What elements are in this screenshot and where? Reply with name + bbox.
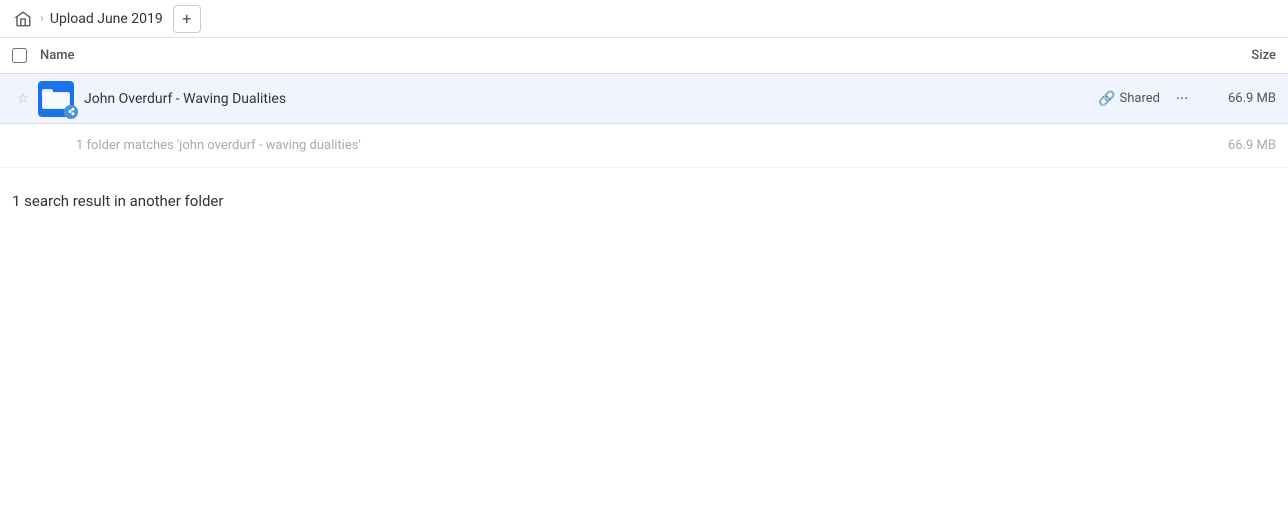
- name-column-header: Name: [40, 48, 1196, 63]
- another-folder-title: 1 search result in another folder: [12, 192, 1276, 210]
- size-column-header: Size: [1196, 48, 1276, 63]
- another-folder-section: 1 search result in another folder: [0, 168, 1288, 222]
- link-icon: 🔗: [1098, 91, 1115, 107]
- select-all-checkbox[interactable]: [12, 48, 40, 63]
- file-name[interactable]: John Overdurf - Waving Dualities: [84, 91, 1098, 107]
- breadcrumb-current-folder[interactable]: Upload June 2019: [50, 11, 163, 27]
- share-overlay-icon: [64, 105, 78, 119]
- column-header-row: Name Size: [0, 38, 1288, 74]
- search-match-size: 66.9 MB: [1196, 138, 1276, 153]
- search-match-text: 1 folder matches 'john overdurf - waving…: [76, 138, 1196, 153]
- file-row[interactable]: ☆ John Overdurf - Waving Dualities 🔗 Sha…: [0, 74, 1288, 124]
- checkbox-all[interactable]: [12, 48, 27, 63]
- add-folder-button[interactable]: +: [173, 5, 201, 33]
- star-icon[interactable]: ☆: [12, 91, 34, 107]
- shared-label: Shared: [1120, 91, 1160, 106]
- breadcrumb-separator: ›: [40, 11, 44, 26]
- file-size: 66.9 MB: [1196, 91, 1276, 106]
- shared-badge[interactable]: 🔗 Shared: [1098, 91, 1160, 107]
- folder-icon: [38, 81, 74, 117]
- more-options-button[interactable]: ···: [1168, 85, 1196, 113]
- search-info-row: 1 folder matches 'john overdurf - waving…: [0, 124, 1288, 168]
- file-actions: 🔗 Shared ···: [1098, 85, 1196, 113]
- breadcrumb-bar: › Upload June 2019 +: [0, 0, 1288, 38]
- home-icon[interactable]: [12, 8, 34, 30]
